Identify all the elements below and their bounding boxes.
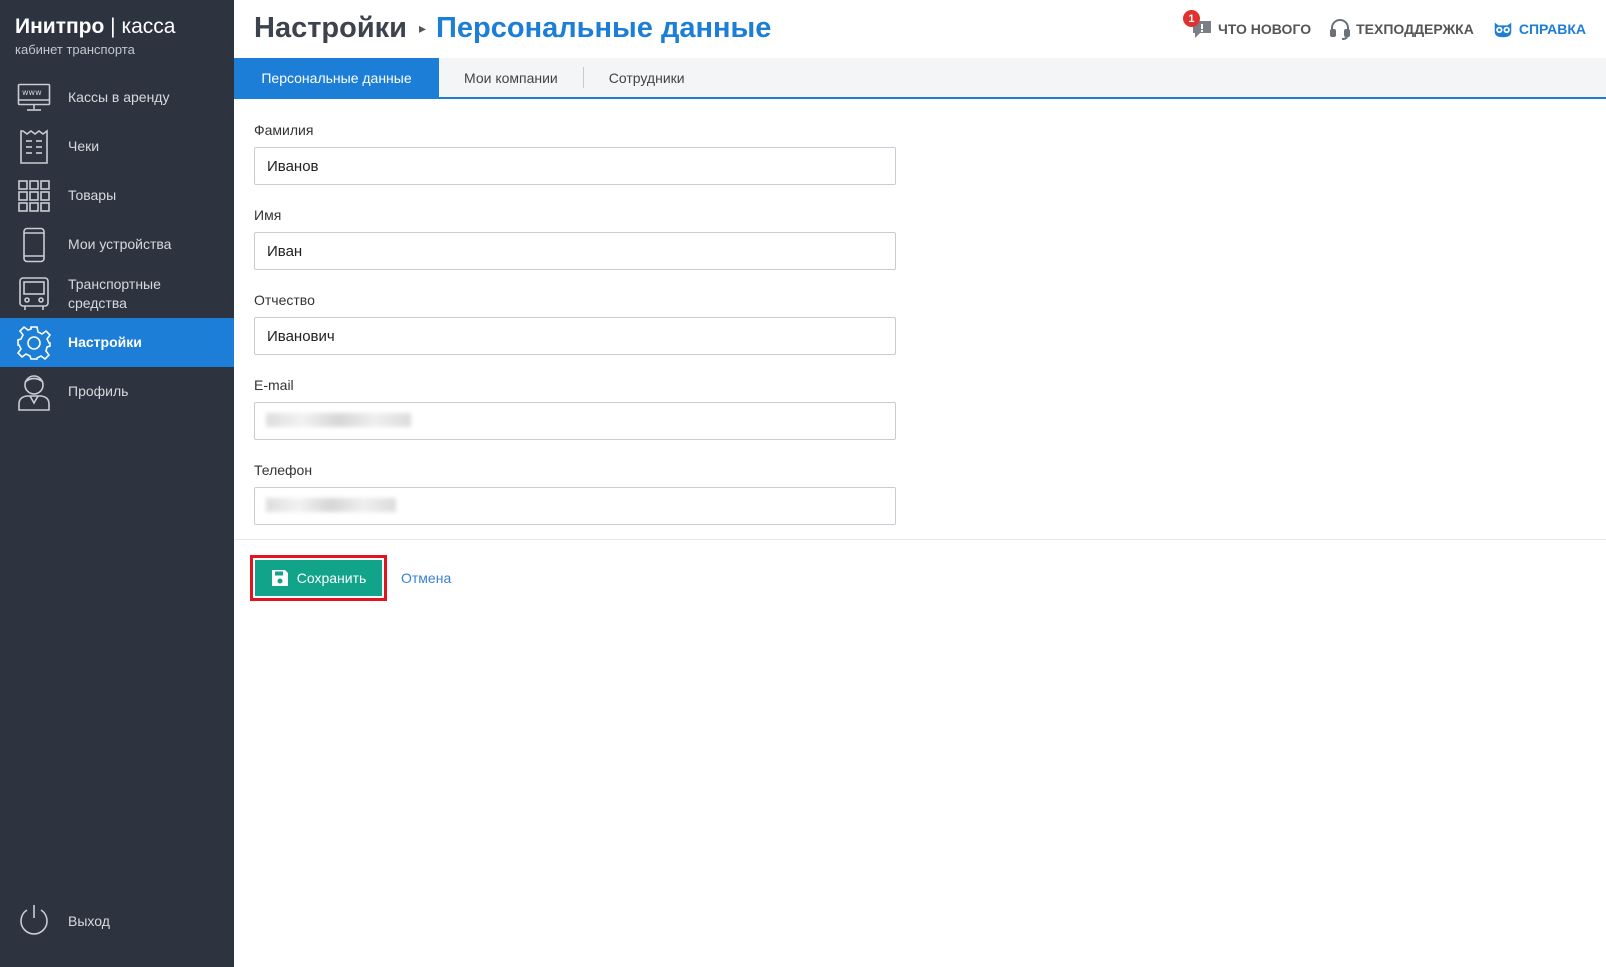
settings-tabs: Персональные данные Мои компании Сотрудн… bbox=[234, 58, 1606, 99]
sidebar-item-cash-rent[interactable]: www Кассы в аренду bbox=[0, 73, 234, 122]
support-label: Техподдержка bbox=[1356, 21, 1474, 37]
sidebar-item-label: Профиль bbox=[68, 383, 129, 399]
help-label: Справка bbox=[1518, 21, 1586, 37]
first-name-label: Имя bbox=[254, 207, 282, 223]
whats-new-link[interactable]: 1 Что нового bbox=[1182, 10, 1312, 40]
email-field-group: E-mail bbox=[254, 377, 896, 440]
sidebar-item-settings[interactable]: Настройки bbox=[0, 318, 234, 367]
breadcrumb: Настройки ▸ Персональные данные bbox=[254, 12, 771, 45]
headset-icon bbox=[1329, 18, 1351, 40]
brand: Инитпро | касса кабинет транспорта bbox=[0, 0, 234, 69]
owl-icon bbox=[1492, 18, 1514, 40]
patronymic-input[interactable] bbox=[254, 317, 896, 355]
logout-label: Выход bbox=[68, 913, 110, 929]
sidebar-item-products[interactable]: Товары bbox=[0, 171, 234, 220]
patronymic-field-group: Отчество bbox=[254, 292, 896, 355]
gear-icon bbox=[16, 325, 52, 361]
breadcrumb-root[interactable]: Настройки bbox=[254, 12, 407, 45]
patronymic-label: Отчество bbox=[254, 292, 315, 308]
sidebar-item-label: Настройки bbox=[68, 334, 142, 350]
sidebar-item-label: Кассы в аренду bbox=[68, 89, 170, 105]
receipt-icon bbox=[16, 128, 52, 165]
sidebar-item-receipts[interactable]: Чеки bbox=[0, 122, 234, 171]
brand-subtitle: кабинет транспорта bbox=[15, 42, 135, 57]
brand-name-thin: касса bbox=[121, 15, 176, 38]
power-icon bbox=[16, 903, 52, 939]
tab-personal-data[interactable]: Персональные данные bbox=[234, 58, 439, 97]
phone-field-group: Телефон bbox=[254, 462, 896, 525]
tab-my-companies[interactable]: Мои компании bbox=[439, 58, 583, 97]
last-name-field-group: Фамилия bbox=[254, 122, 896, 185]
tab-employees[interactable]: Сотрудники bbox=[584, 58, 710, 97]
sidebar-item-label: Мои устройства bbox=[68, 236, 172, 252]
top-links: 1 Что нового Техподдержка Справка bbox=[1173, 10, 1586, 40]
sidebar: Инитпро | касса кабинет транспорта www К… bbox=[0, 0, 234, 967]
save-button[interactable]: Сохранить bbox=[255, 560, 382, 596]
page-title: Персональные данные bbox=[436, 12, 772, 44]
www-monitor-icon: www bbox=[16, 80, 52, 116]
floppy-disk-icon bbox=[271, 570, 288, 586]
help-link[interactable]: Справка bbox=[1492, 18, 1586, 40]
sidebar-item-label: Товары bbox=[68, 187, 117, 203]
svg-text:www: www bbox=[22, 88, 42, 97]
brand-name-bold: Инитпро bbox=[15, 15, 105, 38]
phone-redacted-value bbox=[266, 498, 396, 512]
bus-icon bbox=[16, 276, 52, 312]
page-header: Настройки ▸ Персональные данные 1 Что но… bbox=[234, 0, 1606, 58]
last-name-label: Фамилия bbox=[254, 122, 314, 138]
phone-input-wrap bbox=[254, 487, 896, 525]
form-divider bbox=[234, 539, 1606, 540]
chat-icon: 1 bbox=[1182, 10, 1213, 40]
email-label: E-mail bbox=[254, 377, 294, 393]
email-redacted-value bbox=[266, 413, 411, 427]
brand-title[interactable]: Инитпро | касса bbox=[15, 14, 234, 40]
smartphone-icon bbox=[16, 227, 52, 263]
news-badge: 1 bbox=[1182, 10, 1200, 27]
breadcrumb-separator: ▸ bbox=[419, 20, 427, 36]
whats-new-label: Что нового bbox=[1217, 21, 1312, 37]
first-name-field-group: Имя bbox=[254, 207, 896, 270]
brand-divider: | bbox=[104, 15, 122, 38]
cancel-link[interactable]: Отмена bbox=[401, 570, 451, 586]
last-name-input[interactable] bbox=[254, 147, 896, 185]
email-input-wrap bbox=[254, 402, 896, 440]
personal-data-form: Фамилия Имя Отчество E-mail Телефон bbox=[254, 122, 896, 547]
user-icon bbox=[16, 374, 52, 411]
save-button-highlight: Сохранить bbox=[250, 555, 387, 601]
sidebar-item-vehicles[interactable]: Транспортные средства bbox=[0, 269, 234, 318]
grid-icon bbox=[16, 178, 52, 214]
logout-button[interactable]: Выход bbox=[0, 896, 234, 946]
sidebar-item-devices[interactable]: Мои устройства bbox=[0, 220, 234, 269]
sidebar-item-label: Чеки bbox=[68, 138, 100, 154]
save-button-label: Сохранить bbox=[296, 570, 367, 586]
sidebar-item-profile[interactable]: Профиль bbox=[0, 367, 234, 416]
phone-label: Телефон bbox=[254, 462, 313, 478]
first-name-input[interactable] bbox=[254, 232, 896, 270]
form-actions: Сохранить Отмена bbox=[250, 555, 451, 601]
support-link[interactable]: Техподдержка bbox=[1329, 18, 1474, 40]
sidebar-item-label: Транспортные средства bbox=[68, 275, 161, 311]
